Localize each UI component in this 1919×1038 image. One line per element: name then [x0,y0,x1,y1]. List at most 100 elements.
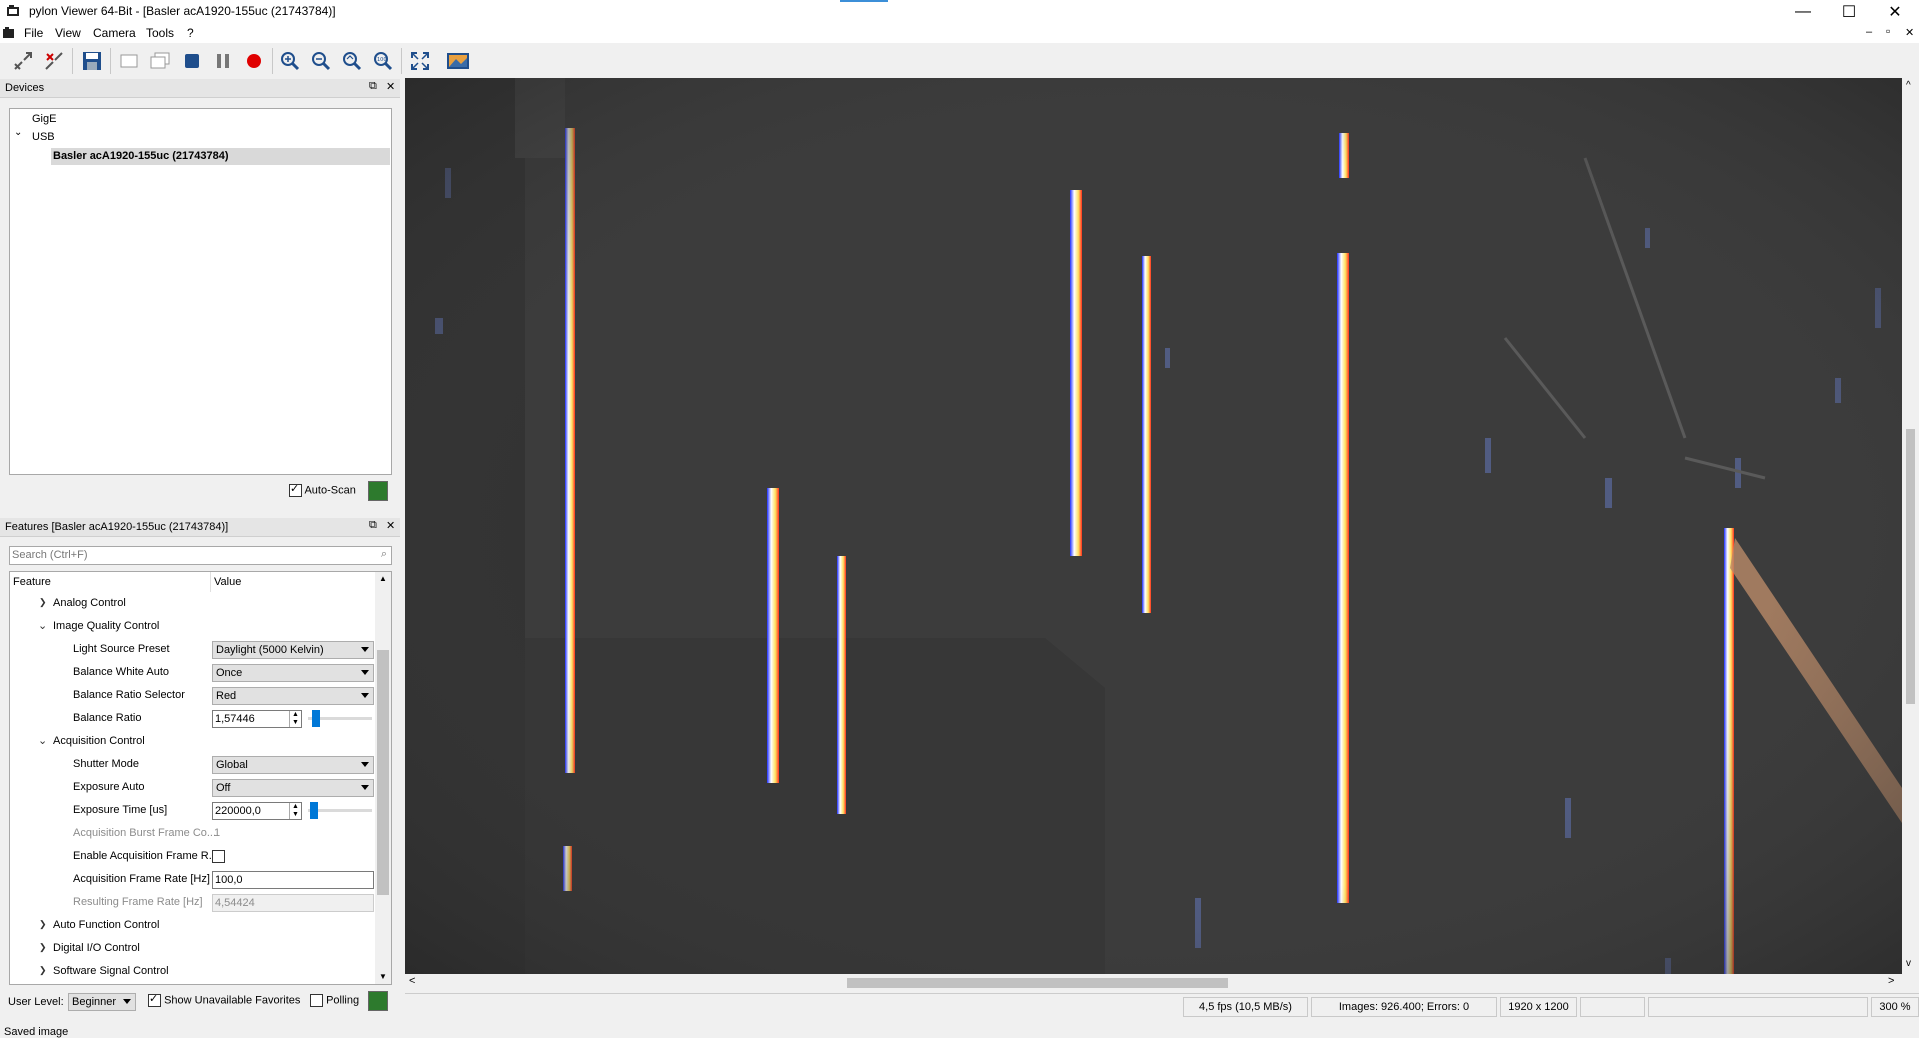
group-label: Software Signal Control [53,965,169,977]
fullscreen-icon[interactable] [408,49,432,73]
feature-group-acquisition-control[interactable]: ⌄ Acquisition Control [10,730,374,753]
image-vertical-scrollbar[interactable]: ^ v [1902,78,1919,974]
menu-camera[interactable]: Camera [93,26,136,40]
zoom-in-icon[interactable] [278,49,302,73]
zoom-out-icon[interactable] [309,49,333,73]
taskbar-highlight [840,0,888,2]
tree-item-usb[interactable]: USB [32,131,55,143]
chevron-right-icon[interactable]: ❯ [39,942,47,953]
balance-ratio-spinbox[interactable]: 1,57446 ▲ ▼ [212,710,302,728]
tree-item-selected-device[interactable]: Basler acA1920-155uc (21743784) [51,148,390,165]
show-unavailable-check-icon[interactable] [148,992,161,1007]
zoom-fit-icon[interactable] [340,49,364,73]
menu-file[interactable]: File [24,26,43,40]
exposure-auto-dropdown[interactable]: Off [212,779,374,797]
scroll-thumb[interactable] [1906,429,1915,704]
feature-search-input[interactable]: Search (Ctrl+F) ⌕ [9,546,392,565]
feature-label: Exposure Time [us] [73,804,168,816]
auto-scan-check-icon[interactable] [289,482,302,497]
features-float-icon[interactable]: ⧉ [369,519,377,532]
feature-label: Shutter Mode [73,758,140,770]
image-window-icon[interactable] [446,49,470,73]
scroll-thumb[interactable] [847,978,1228,988]
window-title: pylon Viewer 64-Bit - [Basler acA1920-15… [29,4,336,18]
shutter-mode-dropdown[interactable]: Global [212,756,374,774]
status-empty-cell [1580,997,1645,1017]
chevron-right-icon[interactable]: ❯ [39,597,47,608]
image-horizontal-scrollbar[interactable]: < > [405,974,1902,991]
user-level-dropdown[interactable]: Beginner [68,993,136,1011]
acquisition-frame-rate-input[interactable]: 100,0 [212,871,374,889]
features-close-icon[interactable]: ✕ [386,519,395,532]
chevron-down-icon[interactable]: ⌄ [38,619,47,632]
maximize-button[interactable]: ☐ [1826,0,1872,23]
camera-image-view[interactable] [405,78,1902,974]
continuous-shot-icon[interactable] [148,49,172,73]
open-camera-icon[interactable] [11,49,35,73]
refresh-devices-icon[interactable] [368,481,388,501]
pause-icon[interactable] [211,49,235,73]
polling-checkbox[interactable]: Polling [310,994,359,1007]
column-value[interactable]: Value [214,576,241,588]
scroll-up-icon[interactable]: ^ [1906,80,1911,91]
light-source-dropdown[interactable]: Daylight (5000 Kelvin) [212,641,374,659]
zoom-100-icon[interactable]: 100 [371,49,395,73]
feature-scrollbar[interactable]: ▲ ▼ [375,572,391,984]
feature-group-analog-control[interactable]: ❯ Analog Control [10,592,374,615]
mdi-close-button[interactable]: ✕ [1905,26,1914,39]
column-feature[interactable]: Feature [13,576,51,588]
close-button[interactable]: ✕ [1872,0,1918,23]
enable-frame-rate-checkbox[interactable] [212,850,225,863]
balance-white-auto-dropdown[interactable]: Once [212,664,374,682]
menu-tools[interactable]: Tools [146,26,174,40]
exposure-time-slider[interactable] [308,802,372,819]
devices-float-icon[interactable]: ⧉ [369,80,377,93]
stop-icon[interactable] [180,49,204,73]
minimize-button[interactable]: — [1780,0,1826,23]
menu-help[interactable]: ? [187,26,194,40]
feature-group-software-signal-control[interactable]: ❯ Software Signal Control [10,960,374,983]
scroll-down-icon[interactable]: ▼ [379,972,387,981]
feature-label: Enable Acquisition Frame R... [73,850,218,862]
show-unavailable-checkbox[interactable]: Show Unavailable Favorites [148,992,300,1007]
scroll-down-icon[interactable]: v [1906,958,1911,969]
scroll-thumb[interactable] [377,650,389,895]
feature-group-image-quality[interactable]: ⌄ Image Quality Control [10,615,374,638]
polling-label: Polling [326,994,360,1007]
auto-scan-checkbox[interactable]: Auto-Scan [289,482,356,497]
balance-ratio-selector-dropdown[interactable]: Red [212,687,374,705]
save-icon[interactable] [80,49,104,73]
column-divider [210,572,211,592]
feature-label: Light Source Preset [73,643,170,655]
group-label: Analog Control [53,597,126,609]
tree-item-gige[interactable]: GigE [32,113,56,125]
toolbar-separator [272,48,273,74]
mdi-minimize-button[interactable]: – [1866,26,1872,38]
scroll-right-icon[interactable]: > [1888,975,1894,987]
record-icon[interactable] [242,49,266,73]
scroll-up-icon[interactable]: ▲ [379,574,387,583]
close-camera-icon[interactable] [42,49,66,73]
single-shot-icon[interactable] [117,49,141,73]
feature-value: 1 [214,827,221,839]
scroll-left-icon[interactable]: < [409,975,415,987]
menu-view[interactable]: View [55,26,81,40]
feature-balance-ratio-selector: Balance Ratio Selector Red [10,684,374,707]
devices-panel-title: Devices [5,82,45,94]
mdi-restore-button[interactable]: ▫ [1886,24,1890,38]
chevron-down-icon[interactable]: ⌄ [14,127,22,138]
balance-ratio-slider[interactable] [308,710,372,727]
mdi-document-icon[interactable] [3,27,15,39]
polling-check-icon[interactable] [310,994,323,1007]
refresh-features-icon[interactable] [368,991,388,1011]
exposure-time-spinbox[interactable]: 220000,0 ▲ ▼ [212,802,302,820]
slider-thumb[interactable] [309,802,318,819]
feature-group-digital-io-control[interactable]: ❯ Digital I/O Control [10,937,374,960]
chevron-right-icon[interactable]: ❯ [39,919,47,930]
chevron-down-icon[interactable]: ⌄ [38,734,47,747]
features-panel-header: Features [Basler acA1920-155uc (21743784… [0,518,400,537]
slider-thumb[interactable] [312,710,321,727]
devices-close-icon[interactable]: ✕ [386,80,395,93]
chevron-right-icon[interactable]: ❯ [39,965,47,976]
feature-group-auto-function-control[interactable]: ❯ Auto Function Control [10,914,374,937]
